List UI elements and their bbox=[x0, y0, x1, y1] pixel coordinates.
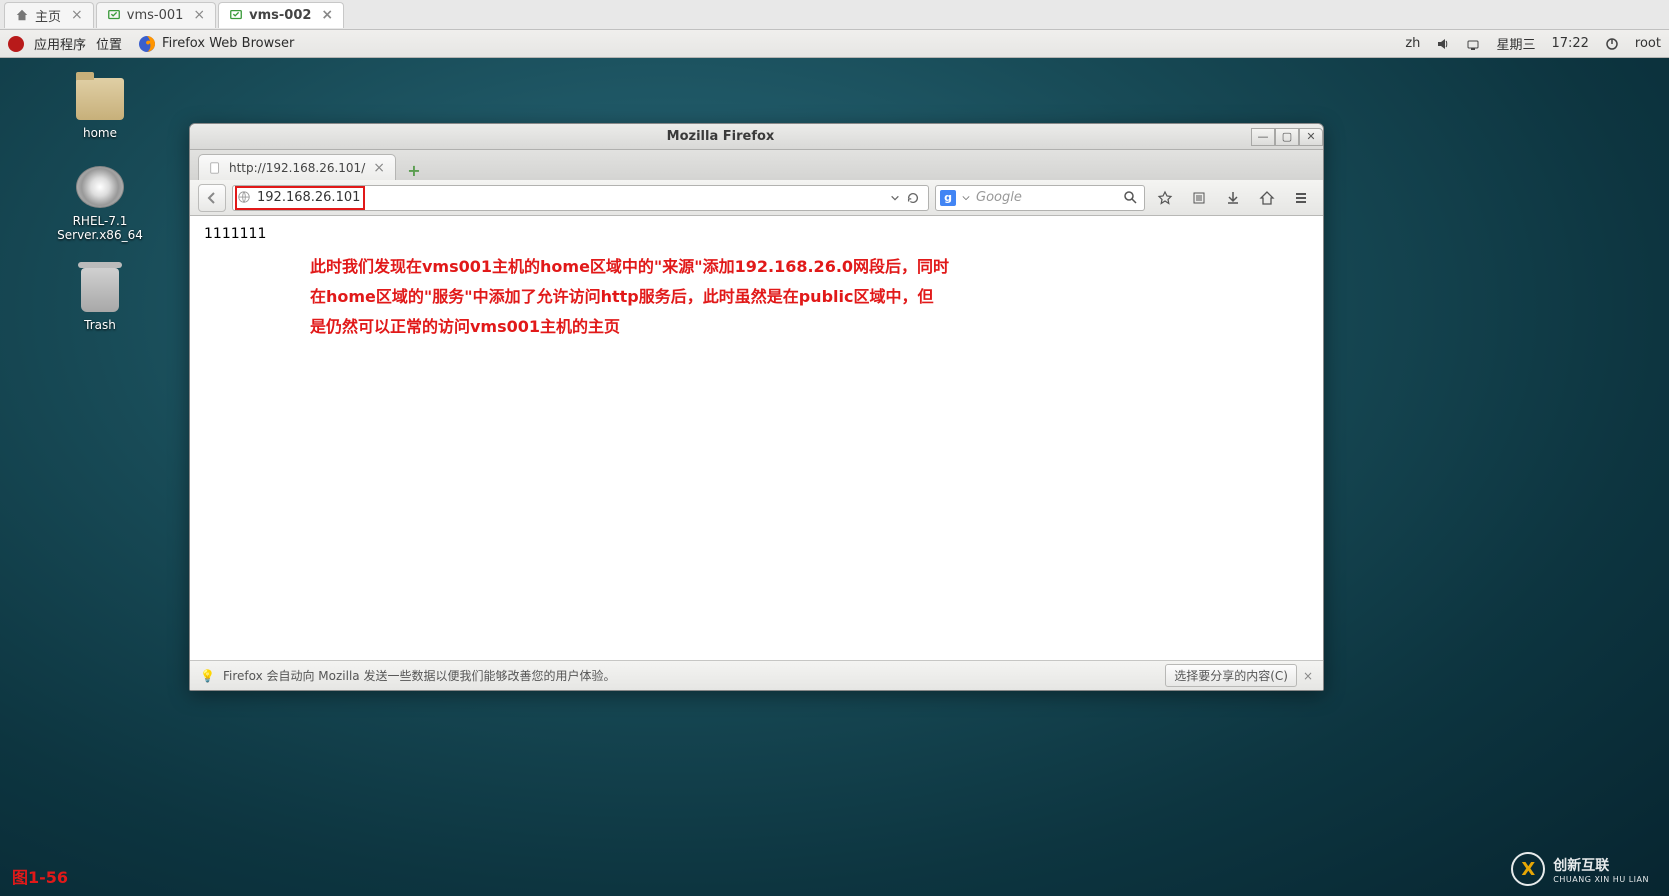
firefox-toolbar: 192.168.26.101 g Google bbox=[190, 180, 1323, 216]
new-tab-button[interactable]: + bbox=[402, 160, 426, 180]
disc-icon bbox=[76, 166, 124, 208]
desktop-icon-label: home bbox=[40, 126, 160, 140]
firefox-tab-label: http://192.168.26.101/ bbox=[229, 161, 365, 175]
google-icon: g bbox=[940, 190, 956, 206]
trash-icon bbox=[81, 268, 119, 312]
window-titlebar[interactable]: Mozilla Firefox — ▢ ✕ bbox=[190, 124, 1323, 150]
power-icon[interactable] bbox=[1605, 37, 1619, 51]
globe-icon bbox=[237, 190, 253, 206]
close-icon[interactable]: × bbox=[321, 7, 333, 23]
close-icon[interactable]: × bbox=[193, 7, 205, 23]
page-icon bbox=[209, 162, 221, 174]
applications-menu[interactable]: 应用程序 bbox=[34, 34, 86, 53]
vm-icon bbox=[229, 8, 243, 22]
brand-sub: CHUANG XIN HU LIAN bbox=[1553, 875, 1649, 884]
watermark-logo: X 创新互联 CHUANG XIN HU LIAN bbox=[1511, 852, 1649, 886]
network-icon[interactable] bbox=[1466, 37, 1480, 51]
menu-button[interactable] bbox=[1287, 184, 1315, 212]
annotation-line: 此时我们发现在vms001主机的home区域中的"来源"添加192.168.26… bbox=[310, 252, 960, 282]
url-bar[interactable]: 192.168.26.101 bbox=[232, 185, 929, 211]
firefox-info-bar: 💡 Firefox 会自动向 Mozilla 发送一些数据以便我们能够改善您的用… bbox=[190, 660, 1323, 690]
brand-name: 创新互联 bbox=[1553, 855, 1649, 875]
window-minimize-button[interactable]: — bbox=[1251, 128, 1275, 146]
url-text: 192.168.26.101 bbox=[257, 190, 890, 205]
close-icon[interactable]: × bbox=[373, 160, 385, 176]
home-icon bbox=[15, 8, 29, 22]
folder-icon bbox=[76, 78, 124, 120]
host-tab-label: vms-001 bbox=[127, 8, 184, 23]
dropdown-icon[interactable] bbox=[890, 193, 900, 203]
host-tab-vms001[interactable]: vms-001 × bbox=[96, 2, 216, 28]
places-menu[interactable]: 位置 bbox=[96, 34, 122, 53]
close-icon[interactable]: × bbox=[1303, 669, 1313, 683]
desktop-icon-label: RHEL-7.1 Server.x86_64 bbox=[40, 214, 160, 242]
host-tab-label: 主页 bbox=[35, 6, 61, 25]
annotation-line: 是仍然可以正常的访问vms001主机的主页 bbox=[310, 312, 960, 342]
annotation-text: 此时我们发现在vms001主机的home区域中的"来源"添加192.168.26… bbox=[310, 252, 960, 342]
taskbar-firefox[interactable]: Firefox Web Browser bbox=[138, 35, 294, 53]
search-icon[interactable] bbox=[1122, 189, 1140, 207]
window-maximize-button[interactable]: ▢ bbox=[1275, 128, 1299, 146]
chevron-down-icon[interactable] bbox=[962, 194, 970, 202]
bookmarks-list-button[interactable] bbox=[1185, 184, 1213, 212]
host-tab-bar: 主页 × vms-001 × vms-002 × bbox=[0, 0, 1669, 30]
host-tab-vms002[interactable]: vms-002 × bbox=[218, 2, 344, 28]
user-label[interactable]: root bbox=[1635, 36, 1661, 51]
desktop: home RHEL-7.1 Server.x86_64 Trash Mozill… bbox=[0, 58, 1669, 896]
home-button[interactable] bbox=[1253, 184, 1281, 212]
downloads-button[interactable] bbox=[1219, 184, 1247, 212]
firefox-tab-strip: http://192.168.26.101/ × + bbox=[190, 150, 1323, 180]
lightbulb-icon: 💡 bbox=[200, 669, 215, 683]
desktop-icon-home[interactable]: home bbox=[40, 78, 160, 140]
page-content: 1111111 此时我们发现在vms001主机的home区域中的"来源"添加19… bbox=[190, 216, 1323, 660]
desktop-icon-label: Trash bbox=[40, 318, 160, 332]
brand-mark-icon: X bbox=[1511, 852, 1545, 886]
search-bar[interactable]: g Google bbox=[935, 185, 1145, 211]
bookmark-star-button[interactable] bbox=[1151, 184, 1179, 212]
window-title: Mozilla Firefox bbox=[190, 129, 1251, 144]
volume-icon[interactable] bbox=[1436, 37, 1450, 51]
figure-label: 图1-56 bbox=[12, 864, 68, 888]
desktop-icon-trash[interactable]: Trash bbox=[40, 268, 160, 332]
distro-icon bbox=[8, 36, 24, 52]
close-icon[interactable]: × bbox=[71, 7, 83, 23]
ime-indicator[interactable]: zh bbox=[1405, 36, 1420, 51]
desktop-icon-disc[interactable]: RHEL-7.1 Server.x86_64 bbox=[40, 166, 160, 242]
share-choice-button[interactable]: 选择要分享的内容(C) bbox=[1165, 664, 1297, 687]
reload-icon[interactable] bbox=[906, 191, 920, 205]
page-body-text: 1111111 bbox=[204, 226, 1309, 242]
vm-icon bbox=[107, 8, 121, 22]
host-tab-home[interactable]: 主页 × bbox=[4, 2, 94, 28]
search-placeholder: Google bbox=[976, 190, 1116, 205]
firefox-tab[interactable]: http://192.168.26.101/ × bbox=[198, 154, 396, 180]
info-bar-text: Firefox 会自动向 Mozilla 发送一些数据以便我们能够改善您的用户体… bbox=[223, 667, 616, 684]
annotation-line: 在home区域的"服务"中添加了允许访问http服务后，此时虽然是在public… bbox=[310, 282, 960, 312]
clock-time[interactable]: 17:22 bbox=[1551, 36, 1588, 51]
back-button[interactable] bbox=[198, 184, 226, 212]
host-tab-label: vms-002 bbox=[249, 8, 311, 23]
taskbar-label: Firefox Web Browser bbox=[162, 36, 294, 51]
clock-day[interactable]: 星期三 bbox=[1496, 34, 1535, 53]
firefox-icon bbox=[138, 35, 156, 53]
window-close-button[interactable]: ✕ bbox=[1299, 128, 1323, 146]
firefox-window: Mozilla Firefox — ▢ ✕ http://192.168.26.… bbox=[189, 123, 1324, 691]
gnome-top-panel: 应用程序 位置 Firefox Web Browser zh 星期三 17:22… bbox=[0, 30, 1669, 58]
